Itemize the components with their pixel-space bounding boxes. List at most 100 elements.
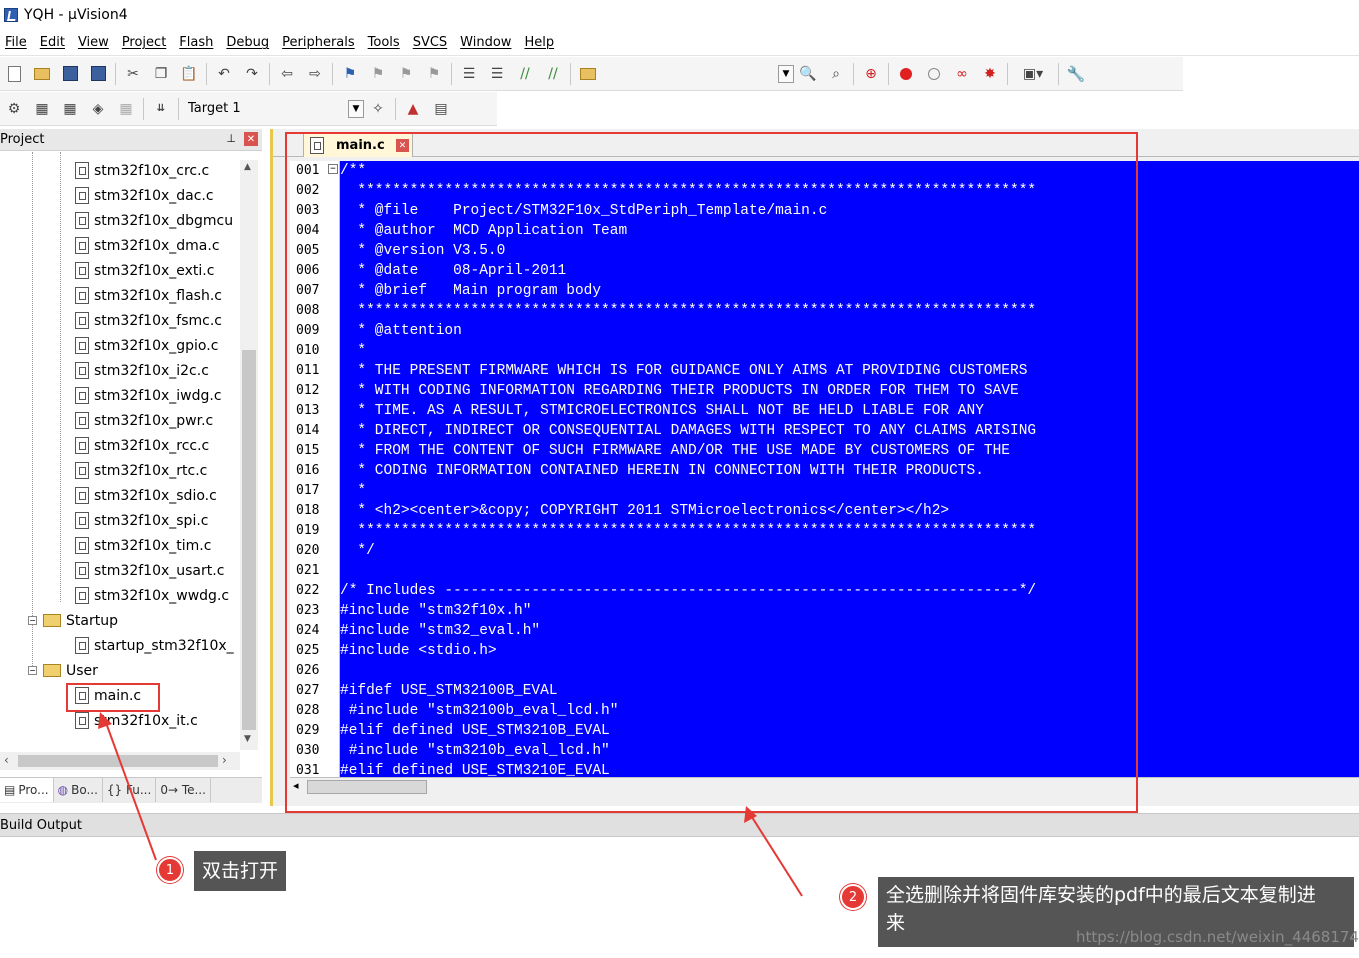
project-tree-hscroll[interactable]: ‹ › [0, 752, 240, 770]
incremental-find-button[interactable]: ⌕ [826, 64, 846, 84]
tree-file-item[interactable]: stm32f10x_rcc.c [75, 433, 209, 458]
tree-file-item[interactable]: stm32f10x_usart.c [75, 558, 224, 583]
tree-file-item[interactable]: stm32f10x_rtc.c [75, 458, 207, 483]
cut-button[interactable]: ✂ [123, 64, 143, 84]
window-layout-button[interactable]: ▣▾ [1015, 64, 1051, 84]
find-in-files-button[interactable] [578, 64, 598, 84]
tree-file-item[interactable]: stm32f10x_i2c.c [75, 358, 209, 383]
project-tree-vscroll[interactable]: ▲ ▼ [240, 160, 258, 750]
menu-edit[interactable]: Edit [35, 35, 73, 50]
target-select[interactable]: Target 1 [188, 101, 348, 116]
rebuild-icon: ▦ [63, 100, 77, 117]
tree-file-item[interactable]: stm32f10x_tim.c [75, 533, 211, 558]
rebuild-button[interactable]: ▦ [60, 99, 80, 119]
target-options-button[interactable]: ✧ [368, 99, 388, 119]
nav-back-button[interactable]: ⇦ [277, 64, 297, 84]
collapse-icon[interactable]: − [28, 666, 37, 675]
menu-debug[interactable]: Debug [221, 35, 277, 50]
redo-button[interactable]: ↷ [242, 64, 262, 84]
disable-breakpoints-button[interactable]: ∞ [952, 64, 972, 84]
unindent-button[interactable]: ☰ [487, 64, 507, 84]
target-dropdown[interactable]: ▼ [348, 99, 364, 118]
configure-button[interactable]: 🔧 [1066, 64, 1086, 84]
build-button[interactable]: ▦ [32, 99, 52, 119]
tree-file-item[interactable]: stm32f10x_fsmc.c [75, 308, 222, 333]
download-button[interactable]: ⇊ [151, 99, 171, 119]
undo-button[interactable]: ↶ [214, 64, 234, 84]
menu-view[interactable]: View [73, 35, 117, 50]
menu-project[interactable]: Project [117, 35, 174, 50]
open-file-button[interactable] [32, 64, 52, 84]
tab-templates-label: 0→ Te... [160, 783, 206, 797]
tree-file-item[interactable]: stm32f10x_flash.c [75, 283, 222, 308]
tree-file-item[interactable]: stm32f10x_exti.c [75, 258, 214, 283]
tree-file-item[interactable]: stm32f10x_dbgmcu [75, 208, 233, 233]
tree-file-item[interactable]: stm32f10x_wwdg.c [75, 583, 229, 608]
batch-build-button[interactable]: ◈ [88, 99, 108, 119]
scroll-left-icon[interactable]: ‹ [4, 753, 9, 767]
close-icon[interactable]: ✕ [244, 132, 258, 146]
stop-build-button[interactable]: ▦ [116, 99, 136, 119]
paste-button[interactable]: 📋 [179, 64, 199, 84]
manage-books-button[interactable]: ▤ [431, 99, 451, 119]
toolbar-separator [115, 62, 116, 85]
menu-window[interactable]: Window [455, 35, 519, 50]
tree-file-item[interactable]: stm32f10x_iwdg.c [75, 383, 222, 408]
save-button[interactable] [60, 64, 80, 84]
indent-button[interactable]: ☰ [459, 64, 479, 84]
tree-file-item[interactable]: stm32f10x_crc.c [75, 158, 209, 183]
build-output-header: Build Output [0, 813, 1359, 837]
prev-bookmark-button[interactable]: ⚑ [368, 64, 388, 84]
tree-file-item[interactable]: stm32f10x_gpio.c [75, 333, 218, 358]
scroll-up-icon[interactable]: ▲ [244, 162, 251, 172]
next-bookmark-button[interactable]: ⚑ [396, 64, 416, 84]
insert-breakpoint-button[interactable] [896, 64, 916, 84]
menu-help[interactable]: Help [519, 35, 562, 50]
menu-file[interactable]: File [0, 35, 35, 50]
tree-file-label: stm32f10x_wwdg.c [94, 587, 230, 604]
tab-templates[interactable]: 0→ Te... [156, 778, 211, 802]
kill-breakpoints-button[interactable]: ✸ [980, 64, 1000, 84]
scroll-right-icon[interactable]: › [222, 753, 227, 767]
hscroll-thumb[interactable] [18, 755, 218, 767]
toolbar-separator [395, 97, 396, 120]
tree-file-item[interactable]: stm32f10x_sdio.c [75, 483, 217, 508]
manage-components-button[interactable]: ▲ [403, 99, 423, 119]
collapse-icon[interactable]: − [28, 616, 37, 625]
tree-group-startup[interactable]: − Startup [28, 608, 118, 633]
tree-file-item[interactable]: stm32f10x_pwr.c [75, 408, 213, 433]
tree-file-item[interactable]: stm32f10x_spi.c [75, 508, 208, 533]
tree-it-c-label: stm32f10x_it.c [94, 712, 198, 729]
enable-breakpoint-button[interactable] [924, 64, 944, 84]
new-file-button[interactable] [4, 64, 24, 84]
copy-button[interactable]: ❐ [151, 64, 171, 84]
menu-svcs[interactable]: SVCS [408, 35, 455, 50]
pin-icon[interactable]: ⊥ [226, 132, 236, 145]
vscroll-thumb[interactable] [242, 350, 256, 730]
translate-button[interactable]: ⚙ [4, 99, 24, 119]
load-icon: ⇊ [156, 103, 166, 114]
tab-project[interactable]: ▤ Pro... [0, 778, 54, 802]
find-dropdown[interactable]: ▼ [778, 64, 794, 83]
uncomment-button[interactable]: // [543, 64, 563, 84]
tree-file-item[interactable]: stm32f10x_dma.c [75, 233, 220, 258]
tree-group-user[interactable]: − User [28, 658, 98, 683]
nav-forward-button[interactable]: ⇨ [305, 64, 325, 84]
tab-books[interactable]: ◍ Bo... [54, 778, 103, 802]
chevron-down-icon: ▼ [352, 103, 360, 114]
debug-session-button[interactable]: ⊕ [861, 64, 881, 84]
flag-icon: ⚑ [343, 65, 357, 82]
menu-peripherals[interactable]: Peripherals [277, 35, 363, 50]
clear-bookmarks-button[interactable]: ⚑ [424, 64, 444, 84]
scroll-down-icon[interactable]: ▼ [244, 734, 251, 744]
menu-flash[interactable]: Flash [174, 35, 221, 50]
bookmark-button[interactable]: ⚑ [340, 64, 360, 84]
tree-startup-file[interactable]: startup_stm32f10x_ [75, 633, 234, 658]
tree-file-item[interactable]: stm32f10x_dac.c [75, 183, 214, 208]
save-all-button[interactable] [88, 64, 108, 84]
tab-functions[interactable]: {} Fu... [103, 778, 157, 802]
comment-button[interactable]: // [515, 64, 535, 84]
menu-tools[interactable]: Tools [363, 35, 408, 50]
find-button[interactable]: 🔍 [798, 64, 818, 84]
project-pane-header: Project ⊥ ✕ [0, 129, 262, 151]
